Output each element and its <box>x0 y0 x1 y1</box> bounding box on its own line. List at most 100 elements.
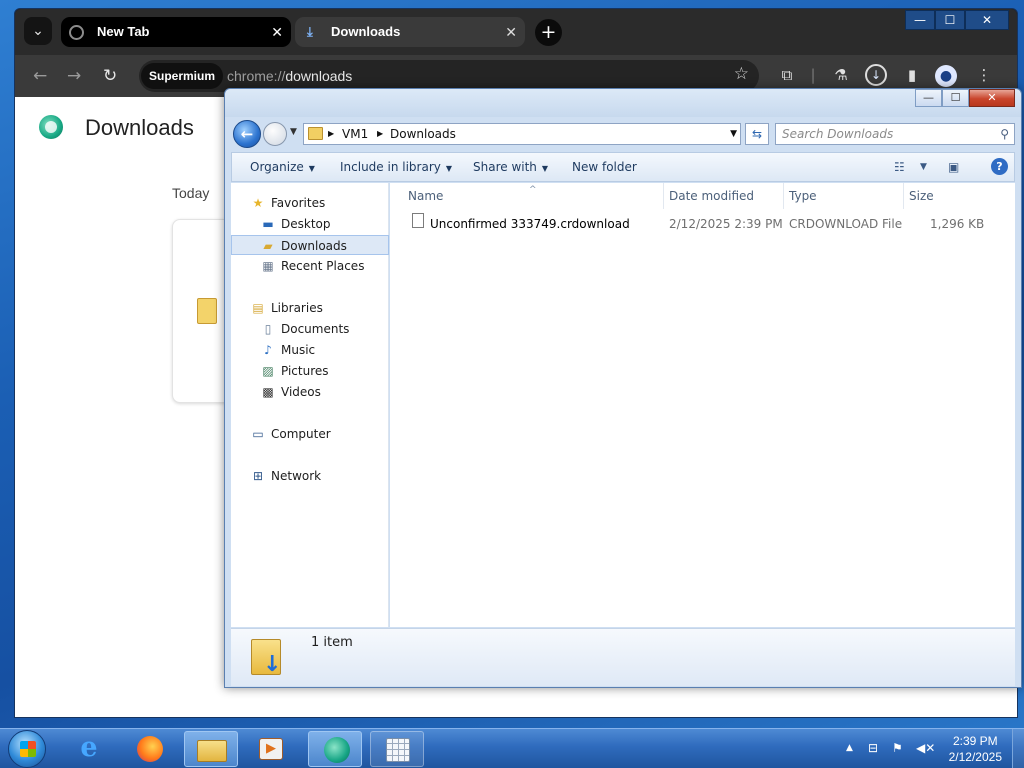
file-list: Name ^ Date modified Type Size Unconfirm… <box>390 183 1015 627</box>
document-icon <box>412 213 424 228</box>
recent-places-icon: ▦ <box>262 259 274 273</box>
new-tab-button[interactable]: + <box>535 19 562 46</box>
preview-pane-icon[interactable]: ▣ <box>948 160 959 174</box>
tab-downloads[interactable]: ⤓ Downloads ✕ <box>295 17 525 47</box>
nav-item-music[interactable]: ♪ Music <box>231 340 389 360</box>
nav-item-downloads[interactable]: ▰ Downloads <box>231 235 389 255</box>
item-count: 1 item <box>311 635 353 650</box>
tab-search-button[interactable]: ⌄ <box>24 17 52 45</box>
recent-pages-dropdown-icon[interactable]: ▼ <box>290 127 297 137</box>
bookmark-star-icon[interactable]: ☆ <box>734 64 749 84</box>
help-icon[interactable]: ? <box>991 158 1008 175</box>
browser-name-chip[interactable]: Supermium <box>141 63 224 89</box>
breadcrumb-vm1[interactable]: VM1 <box>342 124 368 144</box>
close-button[interactable]: ✕ <box>969 89 1015 107</box>
explorer-window: — ☐ ✕ ← ▼ ▶ VM1 ▶ Downloads ▼ ⇆ Search D… <box>224 88 1022 688</box>
downloads-icon[interactable]: ↓ <box>865 64 887 86</box>
folder-icon <box>197 740 227 762</box>
breadcrumb-separator-icon[interactable]: ▶ <box>328 124 334 144</box>
labs-flask-icon[interactable]: ⚗ <box>831 66 851 84</box>
search-icon[interactable]: ⚲ <box>1000 124 1009 144</box>
forward-arrow-icon[interactable] <box>263 122 287 146</box>
breadcrumb-downloads[interactable]: Downloads <box>390 124 456 144</box>
clock-date: 2/12/2025 <box>948 750 1002 764</box>
taskbar-supermium[interactable] <box>308 731 362 767</box>
toolbar-divider: | <box>810 66 816 84</box>
nav-item-favorites[interactable]: ★ Favorites <box>231 193 389 213</box>
downloads-folder-large-icon: ↓ <box>251 635 281 676</box>
system-clock[interactable]: 2:39 PM 2/12/2025 <box>949 733 1002 765</box>
nav-item-computer[interactable]: ▭ Computer <box>231 424 389 444</box>
view-dropdown-icon[interactable]: ▼ <box>920 162 927 172</box>
start-button[interactable] <box>8 730 46 768</box>
column-header-date-modified[interactable]: Date modified <box>664 183 784 209</box>
maximize-button[interactable]: ☐ <box>942 89 969 107</box>
desktop-icon: ▬ <box>262 217 274 231</box>
nav-item-recent-places[interactable]: ▦ Recent Places <box>231 256 389 276</box>
network-icon: ⊞ <box>252 469 264 483</box>
nav-item-videos[interactable]: ▩ Videos <box>231 382 389 402</box>
browser-window-controls: — ☐ ✕ <box>905 10 1009 30</box>
details-pane: ↓ 1 item <box>231 628 1015 686</box>
taskbar-firefox[interactable] <box>122 731 176 767</box>
tab-close-icon[interactable]: ✕ <box>271 17 283 47</box>
explorer-window-controls: — ☐ ✕ <box>915 89 1015 107</box>
back-arrow-icon[interactable]: ← <box>233 120 261 148</box>
file-size: 1,296 KB <box>930 217 985 231</box>
maximize-button[interactable]: ☐ <box>935 10 965 30</box>
back-icon[interactable]: ← <box>33 66 47 86</box>
side-panel-icon[interactable]: ▮ <box>902 66 922 84</box>
breadcrumb-separator-icon[interactable]: ▶ <box>377 124 383 144</box>
show-desktop-button[interactable] <box>1012 729 1024 768</box>
date-section-heading: Today <box>172 185 210 201</box>
network-tray-icon[interactable]: ⊟ <box>868 741 878 755</box>
share-with-menu[interactable]: Share with ▼ <box>473 153 548 183</box>
url-scheme: chrome:// <box>227 68 286 84</box>
libraries-icon: ▤ <box>252 301 264 315</box>
include-in-library-menu[interactable]: Include in library ▼ <box>340 153 452 183</box>
new-folder-button[interactable]: New folder <box>572 153 637 181</box>
profile-avatar-icon[interactable]: ● <box>935 65 957 87</box>
extensions-icon[interactable]: ⧉ <box>777 66 797 84</box>
refresh-icon[interactable]: ⇆ <box>745 123 769 145</box>
taskbar-internet-explorer[interactable]: e <box>62 731 116 767</box>
reload-icon[interactable]: ↻ <box>103 66 117 86</box>
nav-item-documents[interactable]: ▯ Documents <box>231 319 389 339</box>
column-header-type[interactable]: Type <box>784 183 904 209</box>
minimize-button[interactable]: — <box>905 10 935 30</box>
taskbar-media-player[interactable]: ▶ <box>244 731 298 767</box>
close-button[interactable]: ✕ <box>965 10 1009 30</box>
minimize-button[interactable]: — <box>915 89 942 107</box>
calculator-icon <box>386 738 410 762</box>
show-hidden-icons-chevron-icon[interactable]: ▲ <box>846 743 853 753</box>
menu-kebab-icon[interactable]: ⋮ <box>974 66 994 84</box>
action-center-flag-icon[interactable]: ⚑ <box>892 741 903 755</box>
explorer-title-bar[interactable]: — ☐ ✕ <box>225 89 1021 117</box>
address-field[interactable]: ▶ VM1 ▶ Downloads ▼ <box>303 123 741 145</box>
file-row[interactable]: Unconfirmed 333749.crdownload 2/12/2025 … <box>390 213 1015 235</box>
address-dropdown-icon[interactable]: ▼ <box>730 124 737 144</box>
film-strip-icon: ▩ <box>262 385 274 399</box>
column-header-name[interactable]: Name ^ <box>390 183 664 209</box>
nav-item-network[interactable]: ⊞ Network <box>231 466 389 486</box>
volume-muted-icon[interactable]: ◀✕ <box>916 741 935 755</box>
tab-new-tab[interactable]: New Tab ✕ <box>61 17 291 47</box>
nav-item-desktop[interactable]: ▬ Desktop <box>231 214 389 234</box>
file-date-modified: 2/12/2025 2:39 PM <box>669 217 783 231</box>
navigation-pane: ★ Favorites ▬ Desktop ▰ Downloads ▦ Rece… <box>231 183 389 627</box>
search-input[interactable]: Search Downloads ⚲ <box>775 123 1015 145</box>
taskbar-calculator[interactable] <box>370 731 424 767</box>
search-placeholder: Search Downloads <box>782 127 894 141</box>
taskbar-explorer[interactable] <box>184 731 238 767</box>
address-bar-row: ← ▼ ▶ VM1 ▶ Downloads ▼ ⇆ Search Downloa… <box>231 119 1015 149</box>
nav-item-pictures[interactable]: ▨ Pictures <box>231 361 389 381</box>
change-view-icon[interactable]: ☷ <box>894 160 905 174</box>
file-icon <box>197 298 217 324</box>
folder-icon <box>308 127 323 140</box>
column-header-size[interactable]: Size <box>904 183 984 209</box>
file-name: Unconfirmed 333749.crdownload <box>430 217 630 231</box>
tab-close-icon[interactable]: ✕ <box>505 17 517 47</box>
nav-item-libraries[interactable]: ▤ Libraries <box>231 298 389 318</box>
organize-menu[interactable]: Organize ▼ <box>250 153 315 183</box>
forward-icon[interactable]: → <box>67 66 81 86</box>
